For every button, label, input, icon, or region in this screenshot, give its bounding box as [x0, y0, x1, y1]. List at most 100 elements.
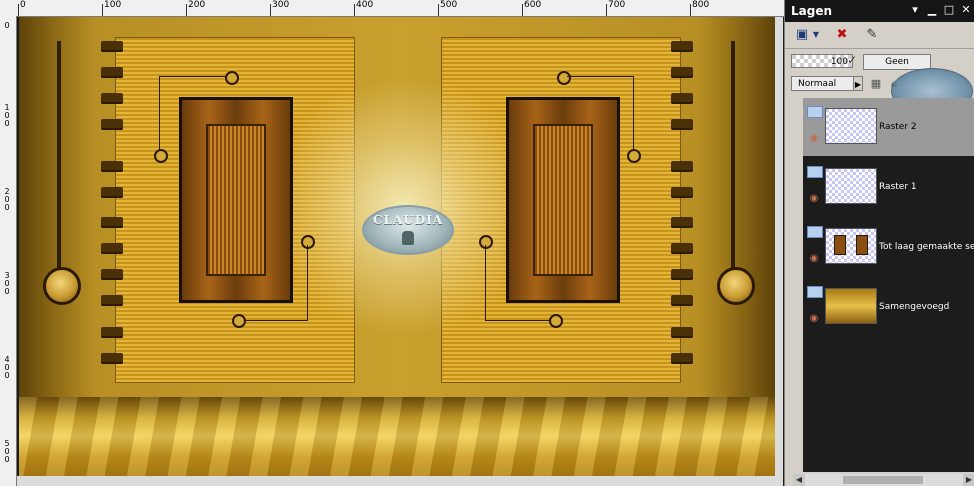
left-tab: [101, 353, 123, 364]
layers-list: ◉ Raster 2 ◉ Raster 1 ◉ Tot laag gemaakt…: [803, 98, 974, 472]
ruler-tick: [522, 4, 523, 16]
connector-dot: [549, 314, 563, 328]
ruler-top: 0 100 200 300 400 500 600 700 800: [0, 0, 784, 17]
right-tab: [671, 119, 693, 130]
ruler-left-label: 0: [4, 21, 10, 30]
blend-mode-select[interactable]: Normaal: [791, 76, 861, 91]
new-layer-icon[interactable]: ▣: [791, 25, 813, 45]
floor-stripes: [19, 397, 775, 483]
connector-wire: [239, 320, 307, 321]
connector-wire: [633, 76, 634, 154]
canvas-area[interactable]: CLAUDIA: [17, 17, 783, 486]
layer-name: Raster 1: [879, 182, 917, 192]
left-frame: [179, 97, 293, 303]
link-icon[interactable]: ▦: [869, 77, 883, 90]
left-tab: [101, 295, 123, 306]
ruler-left: 0 100 200 300 400 500: [0, 16, 17, 486]
right-tab: [671, 93, 693, 104]
maximize-icon[interactable]: □: [942, 3, 956, 17]
right-pole: [731, 41, 735, 269]
delete-layer-icon[interactable]: ✖: [831, 25, 853, 45]
chevron-right-icon[interactable]: ▶: [853, 76, 863, 91]
left-tab: [101, 187, 123, 198]
close-icon[interactable]: ✕: [959, 3, 973, 17]
layer-properties-icon[interactable]: ✎: [861, 25, 883, 45]
watermark-figure-icon: [402, 231, 414, 245]
canvas-horizontal-scrollbar[interactable]: [17, 476, 783, 486]
ruler-tick: [606, 4, 607, 16]
ruler-tick: [438, 4, 439, 16]
layer-row[interactable]: ◉ Tot laag gemaakte selectie: [803, 218, 974, 276]
opacity-field[interactable]: 100: [791, 54, 853, 68]
scroll-right-icon[interactable]: ▶: [963, 474, 974, 486]
ruler-top-label: 600: [524, 0, 542, 10]
layer-type-icon: [807, 166, 823, 178]
claudia-watermark-logo: CLAUDIA: [362, 205, 454, 255]
right-tab: [671, 327, 693, 338]
right-knob: [717, 267, 755, 305]
left-knob: [43, 267, 81, 305]
left-tab: [101, 41, 123, 52]
ruler-top-label: 800: [692, 0, 710, 10]
right-tab: [671, 67, 693, 78]
scroll-left-icon[interactable]: ◀: [793, 474, 805, 486]
layer-thumbnail: [825, 228, 877, 264]
connector-wire: [567, 76, 633, 77]
right-frame: [506, 97, 620, 303]
blend-none-button[interactable]: Geen: [863, 54, 931, 70]
layer-name: Samengevoegd: [879, 302, 950, 312]
canvas-image[interactable]: CLAUDIA: [19, 17, 775, 483]
connector-dot: [225, 71, 239, 85]
layer-thumbnail: [825, 108, 877, 144]
ruler-tick: [690, 4, 691, 16]
connector-wire: [485, 320, 551, 321]
left-tab: [101, 217, 123, 228]
layer-type-icon: [807, 286, 823, 298]
eye-icon[interactable]: ◉: [807, 254, 821, 264]
left-tab: [101, 243, 123, 254]
ruler-top-label: 700: [608, 0, 626, 10]
left-tab: [101, 93, 123, 104]
canvas-vertical-scrollbar[interactable]: [775, 17, 783, 476]
brush-icon[interactable]: ✓: [847, 53, 859, 67]
right-tab: [671, 161, 693, 172]
watermark-text: CLAUDIA: [372, 213, 444, 227]
left-pole: [57, 41, 61, 269]
left-tab: [101, 327, 123, 338]
layer-name: Tot laag gemaakte selectie: [879, 242, 974, 252]
left-tab: [101, 269, 123, 280]
connector-dot: [301, 235, 315, 249]
connector-dot: [557, 71, 571, 85]
layers-panel: Lagen ▾ ▁ □ ✕ ▣ ▼ ✖ ✎ 100 ✓ Geen Normaal…: [784, 0, 974, 486]
layer-row[interactable]: ◉ Samengevoegd: [803, 278, 974, 336]
layers-horizontal-scrollbar[interactable]: ◀ ▶: [793, 474, 974, 486]
layer-thumbnail: [825, 288, 877, 324]
layer-name: Raster 2: [879, 122, 917, 132]
right-tab: [671, 295, 693, 306]
connector-dot: [154, 149, 168, 163]
layer-row[interactable]: ◉ Raster 1: [803, 158, 974, 216]
eye-icon[interactable]: ◉: [807, 134, 821, 144]
pin-icon[interactable]: ▾: [908, 3, 922, 17]
connector-dot: [479, 235, 493, 249]
ruler-left-label: 300: [4, 271, 10, 296]
connector-wire: [159, 76, 160, 154]
eye-icon[interactable]: ◉: [807, 314, 821, 324]
layers-panel-title: Lagen: [791, 4, 833, 18]
ruler-tick: [186, 4, 187, 16]
right-tab: [671, 41, 693, 52]
ruler-top-label: 100: [104, 0, 122, 10]
eye-icon[interactable]: ◉: [807, 194, 821, 204]
layer-thumbnail: [825, 168, 877, 204]
connector-wire: [485, 245, 486, 321]
connector-dot: [232, 314, 246, 328]
minimize-icon[interactable]: ▁: [925, 3, 939, 17]
ruler-tick: [18, 4, 19, 16]
right-tab: [671, 243, 693, 254]
ruler-top-label: 300: [272, 0, 290, 10]
dropdown-icon[interactable]: ▼: [811, 25, 821, 45]
layer-row[interactable]: ◉ Raster 2: [803, 98, 974, 156]
scroll-thumb[interactable]: [843, 476, 923, 484]
ruler-top-label: 500: [440, 0, 458, 10]
left-frame-inner: [206, 124, 266, 276]
